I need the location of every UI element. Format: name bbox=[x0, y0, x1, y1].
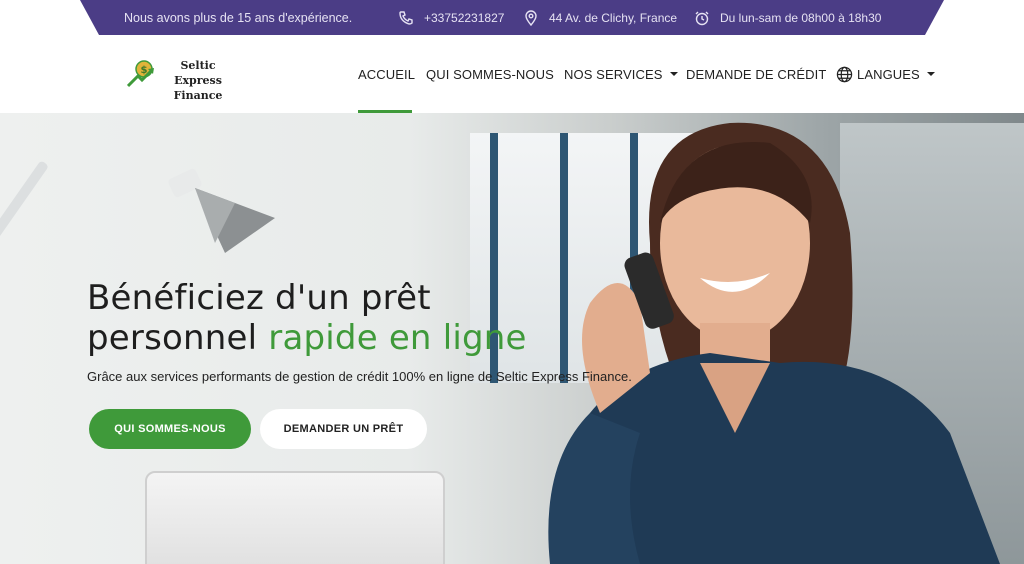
nav-item-label: LANGUES bbox=[857, 66, 920, 82]
nav-item-nos-services[interactable]: NOS SERVICES bbox=[564, 35, 678, 113]
nav-item-label: QUI SOMMES-NOUS bbox=[426, 66, 554, 82]
hero-subtitle: Grâce aux services performants de gestio… bbox=[87, 369, 632, 384]
site-header: $ Seltic Express Finance ACCUEIL QUI SOM… bbox=[0, 35, 1024, 113]
nav-item-label: ACCUEIL bbox=[358, 66, 416, 82]
hero-section: Bénéficiez d'un prêt personnel rapide en… bbox=[0, 113, 1024, 564]
nav-item-langues[interactable]: LANGUES bbox=[836, 35, 935, 113]
chevron-down-icon bbox=[669, 72, 678, 76]
chevron-down-icon bbox=[926, 72, 935, 76]
main-nav: ACCUEIL QUI SOMMES-NOUS NOS SERVICES DEM… bbox=[0, 35, 1024, 113]
demander-un-pret-button[interactable]: DEMANDER UN PRÊT bbox=[260, 409, 427, 449]
lamp-arm bbox=[0, 160, 50, 371]
phone-icon bbox=[398, 10, 414, 26]
hours-contact: Du lun-sam de 08h00 à 18h30 bbox=[694, 0, 881, 35]
qui-sommes-nous-button[interactable]: QUI SOMMES-NOUS bbox=[89, 409, 251, 449]
laptop-image bbox=[145, 471, 445, 564]
nav-item-label: DEMANDE DE CRÉDIT bbox=[686, 66, 827, 82]
hero-heading: Bénéficiez d'un prêt personnel rapide en… bbox=[87, 278, 527, 358]
hero-title-line-2: personnel rapide en ligne bbox=[87, 318, 527, 358]
map-pin-icon bbox=[523, 9, 539, 26]
nav-item-demande-de-credit[interactable]: DEMANDE DE CRÉDIT bbox=[686, 35, 826, 113]
hours-text: Du lun-sam de 08h00 à 18h30 bbox=[720, 10, 882, 25]
address-contact: 44 Av. de Clichy, France bbox=[523, 0, 677, 35]
woman-on-phone-image bbox=[548, 122, 1000, 564]
nav-item-accueil[interactable]: ACCUEIL bbox=[358, 35, 415, 113]
hero-title-line-1: Bénéficiez d'un prêt bbox=[87, 278, 431, 318]
experience-text: Nous avons plus de 15 ans d'expérience. bbox=[124, 10, 353, 25]
nav-item-qui-sommes-nous[interactable]: QUI SOMMES-NOUS bbox=[426, 35, 554, 113]
phone-contact[interactable]: +33752231827 bbox=[398, 0, 504, 35]
hero-title-accent: rapide en ligne bbox=[268, 318, 527, 358]
top-info-bar: Nous avons plus de 15 ans d'expérience. … bbox=[80, 0, 944, 35]
globe-icon bbox=[836, 66, 853, 83]
address-text: 44 Av. de Clichy, France bbox=[549, 10, 678, 25]
nav-item-label: NOS SERVICES bbox=[564, 66, 663, 82]
desk-lamp-image bbox=[168, 168, 275, 253]
alarm-clock-icon bbox=[694, 10, 710, 26]
phone-number[interactable]: +33752231827 bbox=[424, 11, 504, 25]
hero-title-plain: personnel bbox=[87, 318, 269, 358]
